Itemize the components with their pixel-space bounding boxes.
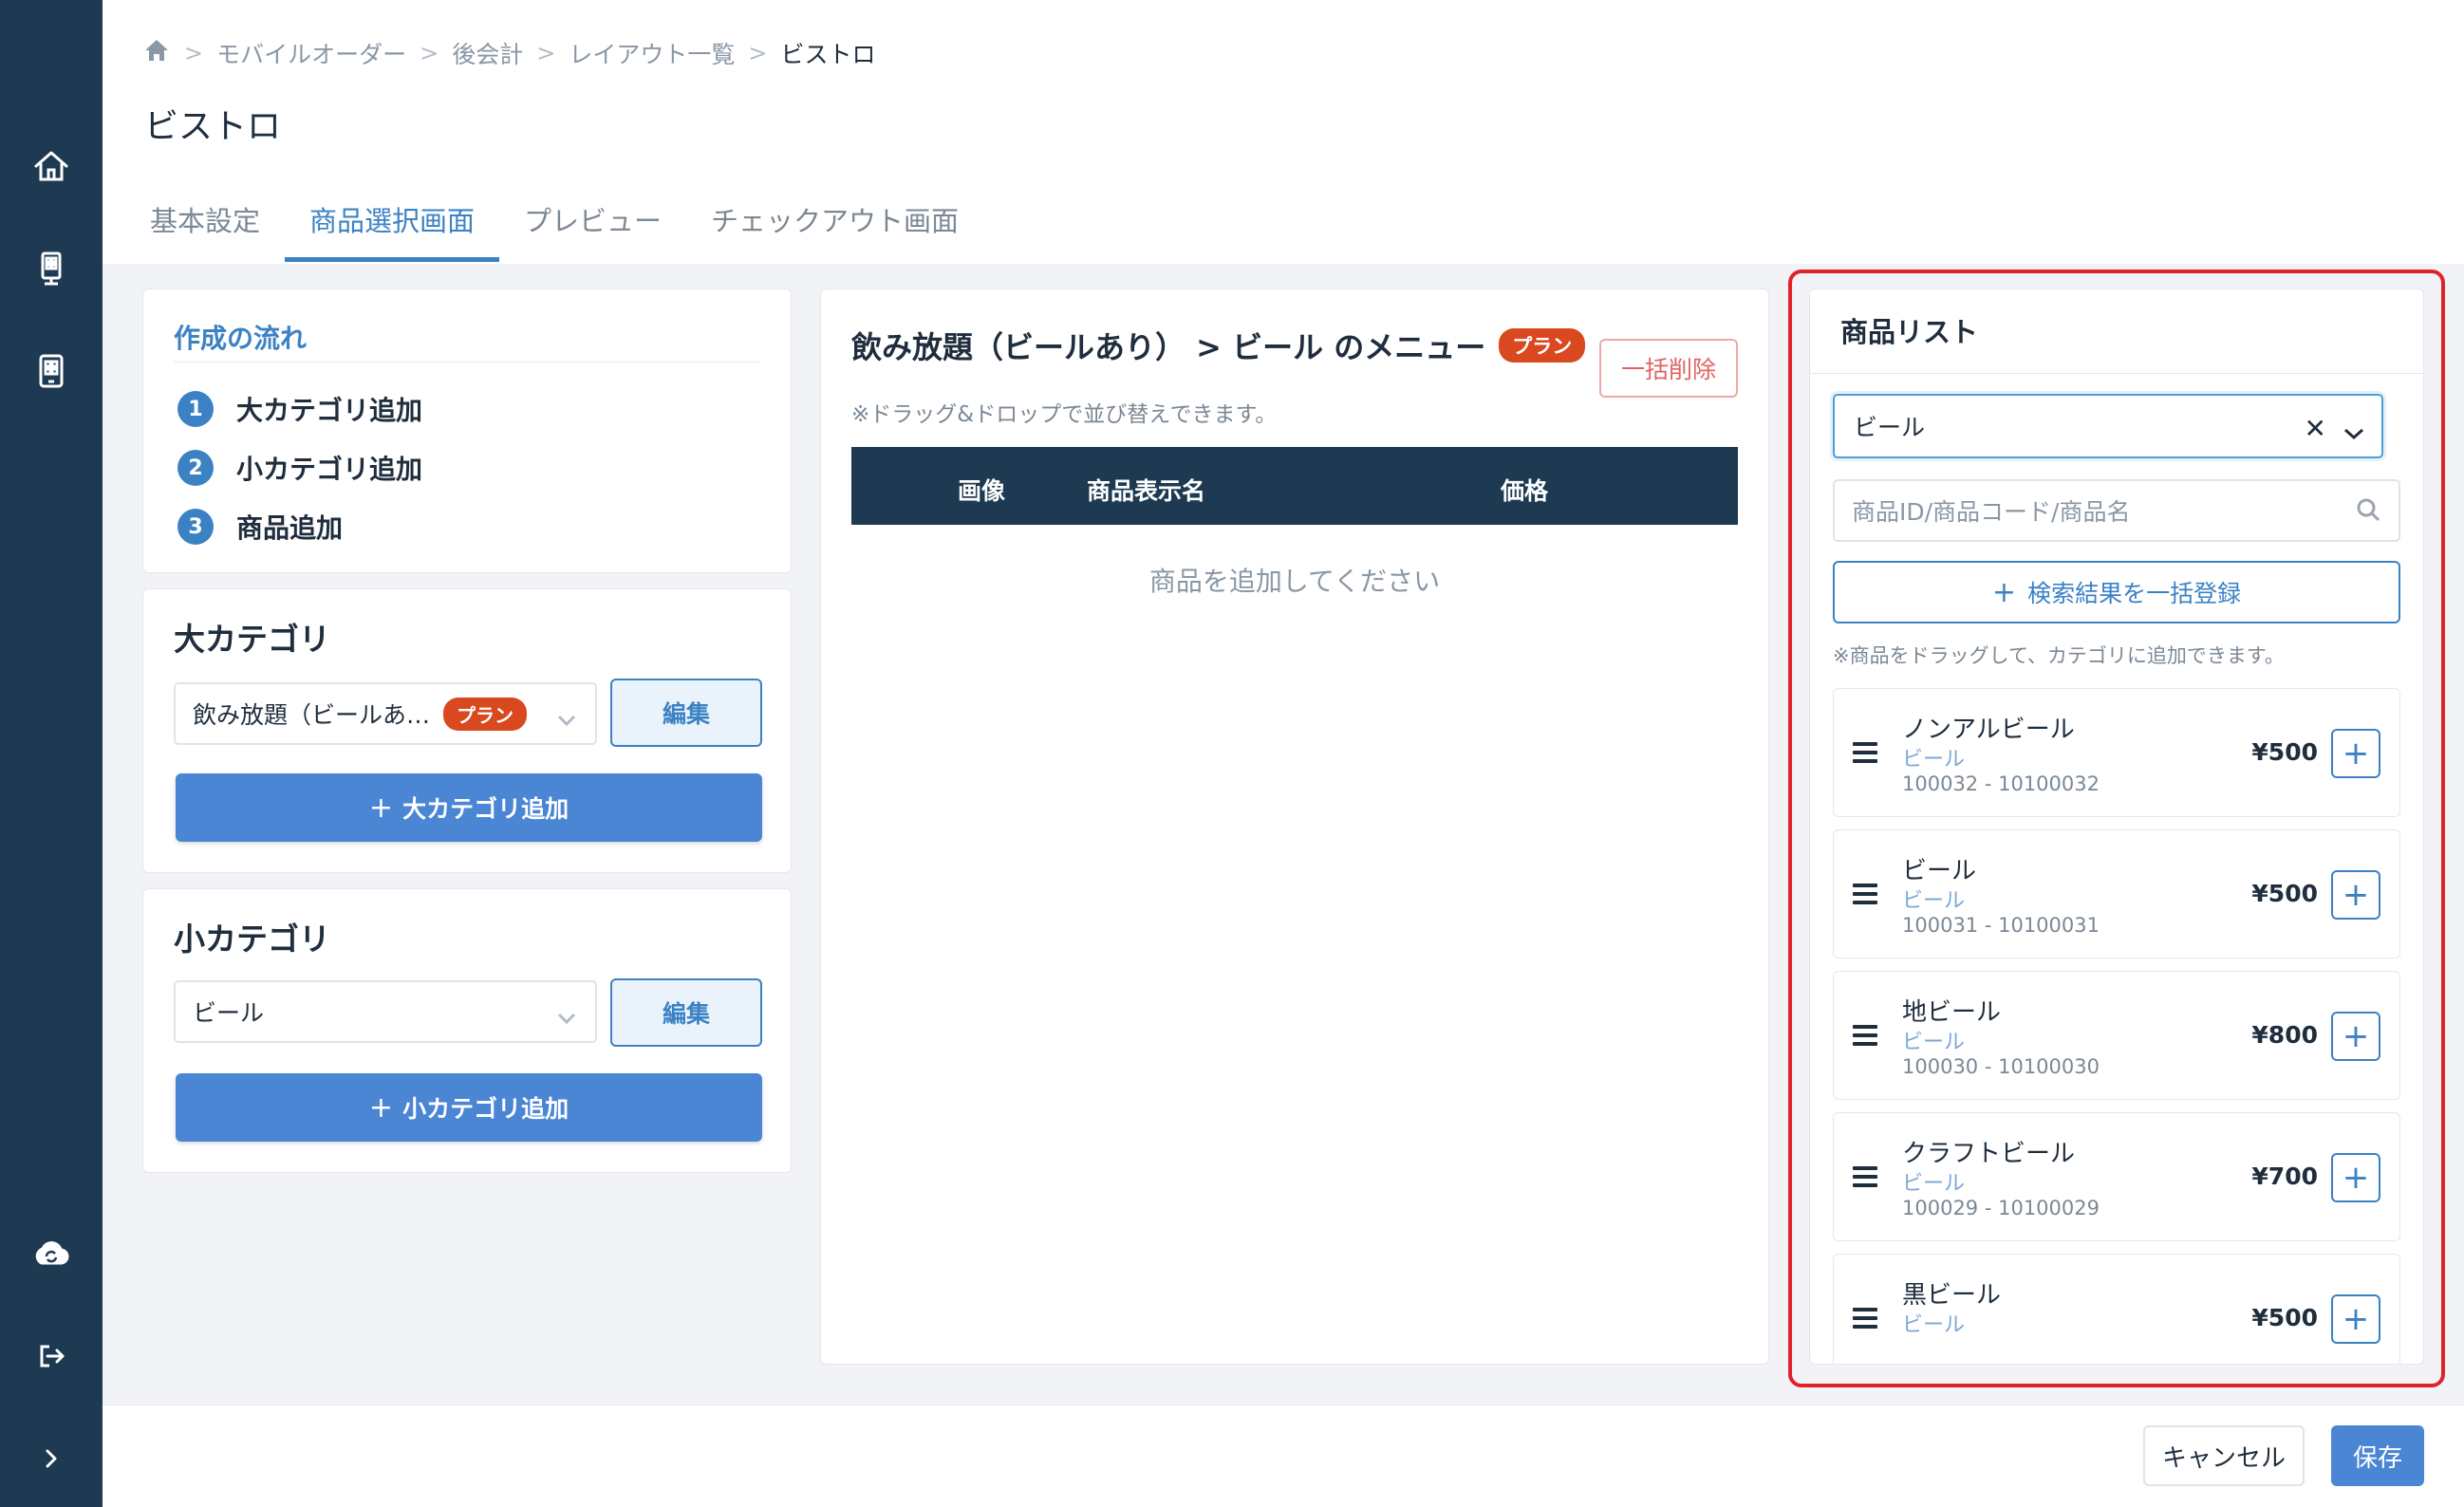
add-major-category-button[interactable]: + 大カテゴリ追加: [176, 773, 762, 842]
divider: [174, 362, 760, 363]
major-category-edit-button[interactable]: 編集: [610, 679, 762, 747]
button-label: 大カテゴリ追加: [402, 795, 569, 823]
breadcrumb-item[interactable]: レイアウト一覧: [569, 36, 735, 70]
breadcrumb-separator: >: [420, 40, 439, 66]
tab-checkout[interactable]: チェックアウト画面: [686, 197, 983, 262]
delete-all-button[interactable]: 一括削除: [1599, 339, 1738, 398]
minor-category-edit-button[interactable]: 編集: [610, 978, 762, 1047]
step-number: 1: [177, 391, 214, 427]
menu-panel: 飲み放題（ビールあり） > ビール のメニュー プラン 一括削除 ※ドラッグ&ド…: [820, 288, 1769, 1365]
menu-panel-title: 飲み放題（ビールあり） > ビール のメニュー プラン: [851, 324, 1586, 367]
chevron-right-icon[interactable]: [0, 1425, 103, 1492]
plan-badge: プラン: [1499, 328, 1586, 363]
highlight-frame: [1788, 270, 2445, 1387]
cloud-sync-icon[interactable]: [0, 1220, 103, 1287]
select-value: 飲み放題（ビールあ…: [193, 701, 431, 729]
flow-step: 2 小カテゴリ追加: [177, 449, 422, 487]
breadcrumb-separator: >: [536, 40, 556, 66]
minor-category-select[interactable]: ビール: [174, 980, 597, 1043]
home-icon[interactable]: [142, 36, 171, 70]
step-label: 商品追加: [236, 512, 344, 544]
chevron-down-icon: [557, 705, 576, 727]
column-header-image: 画像: [958, 477, 1006, 505]
major-category-select[interactable]: 飲み放題（ビールあ… プラン: [174, 682, 597, 745]
button-label: 小カテゴリ追加: [402, 1095, 569, 1123]
breadcrumb-item[interactable]: モバイルオーダー: [216, 36, 406, 70]
chevron-down-icon: [557, 1003, 576, 1025]
page-header: > モバイルオーダー > 後会計 > レイアウト一覧 > ビストロ ビストロ 基…: [103, 0, 2464, 264]
step-label: 大カテゴリ追加: [236, 395, 423, 426]
table-header: 画像 商品表示名 価格: [851, 447, 1738, 525]
breadcrumb: > モバイルオーダー > 後会計 > レイアウト一覧 > ビストロ: [142, 36, 876, 70]
cancel-button[interactable]: キャンセル: [2143, 1425, 2305, 1486]
empty-message: 商品を追加してください: [1148, 566, 1441, 597]
plus-icon: +: [368, 1090, 394, 1125]
major-category-card: 大カテゴリ 飲み放題（ビールあ… プラン 編集 + 大カテゴリ追加: [142, 588, 792, 873]
plan-badge: プラン: [443, 697, 528, 731]
plus-icon: +: [368, 791, 394, 825]
major-category-title: 大カテゴリ: [174, 621, 330, 658]
column-header-name: 商品表示名: [1087, 477, 1206, 505]
breadcrumb-separator: >: [184, 40, 204, 66]
minor-category-card: 小カテゴリ ビール 編集 + 小カテゴリ追加: [142, 888, 792, 1173]
column-header-price: 価格: [1501, 477, 1549, 505]
tab-basic-settings[interactable]: 基本設定: [125, 197, 285, 262]
minor-category-title: 小カテゴリ: [174, 921, 330, 958]
step-number: 3: [177, 509, 214, 545]
flow-title: 作成の流れ: [174, 323, 308, 354]
drag-drop-note: ※ドラッグ&ドロップで並び替えできます。: [851, 402, 1278, 427]
sidebar: [0, 0, 103, 1507]
menu-title-text: 飲み放題（ビールあり） > ビール のメニュー: [851, 329, 1486, 365]
footer-bar: [103, 1405, 2464, 1507]
kiosk-icon[interactable]: [0, 235, 103, 302]
tab-preview[interactable]: プレビュー: [499, 197, 686, 262]
breadcrumb-item[interactable]: 後会計: [452, 36, 523, 70]
tab-product-selection[interactable]: 商品選択画面: [285, 197, 500, 262]
step-label: 小カテゴリ追加: [236, 454, 423, 485]
select-value: ビール: [193, 999, 265, 1027]
tablet-icon[interactable]: [0, 338, 103, 404]
flow-step: 1 大カテゴリ追加: [177, 390, 422, 428]
flow-card: 作成の流れ 1 大カテゴリ追加 2 小カテゴリ追加 3 商品追加: [142, 288, 792, 573]
breadcrumb-current: ビストロ: [780, 41, 876, 68]
flow-step: 3 商品追加: [177, 508, 343, 546]
tab-bar: 基本設定 商品選択画面 プレビュー チェックアウト画面: [125, 197, 983, 262]
logout-icon[interactable]: [0, 1323, 103, 1389]
save-button[interactable]: 保存: [2331, 1425, 2424, 1486]
add-minor-category-button[interactable]: + 小カテゴリ追加: [176, 1073, 762, 1142]
breadcrumb-separator: >: [748, 40, 768, 66]
home-icon[interactable]: [0, 133, 103, 199]
step-number: 2: [177, 450, 214, 486]
page-title: ビストロ: [144, 107, 282, 146]
